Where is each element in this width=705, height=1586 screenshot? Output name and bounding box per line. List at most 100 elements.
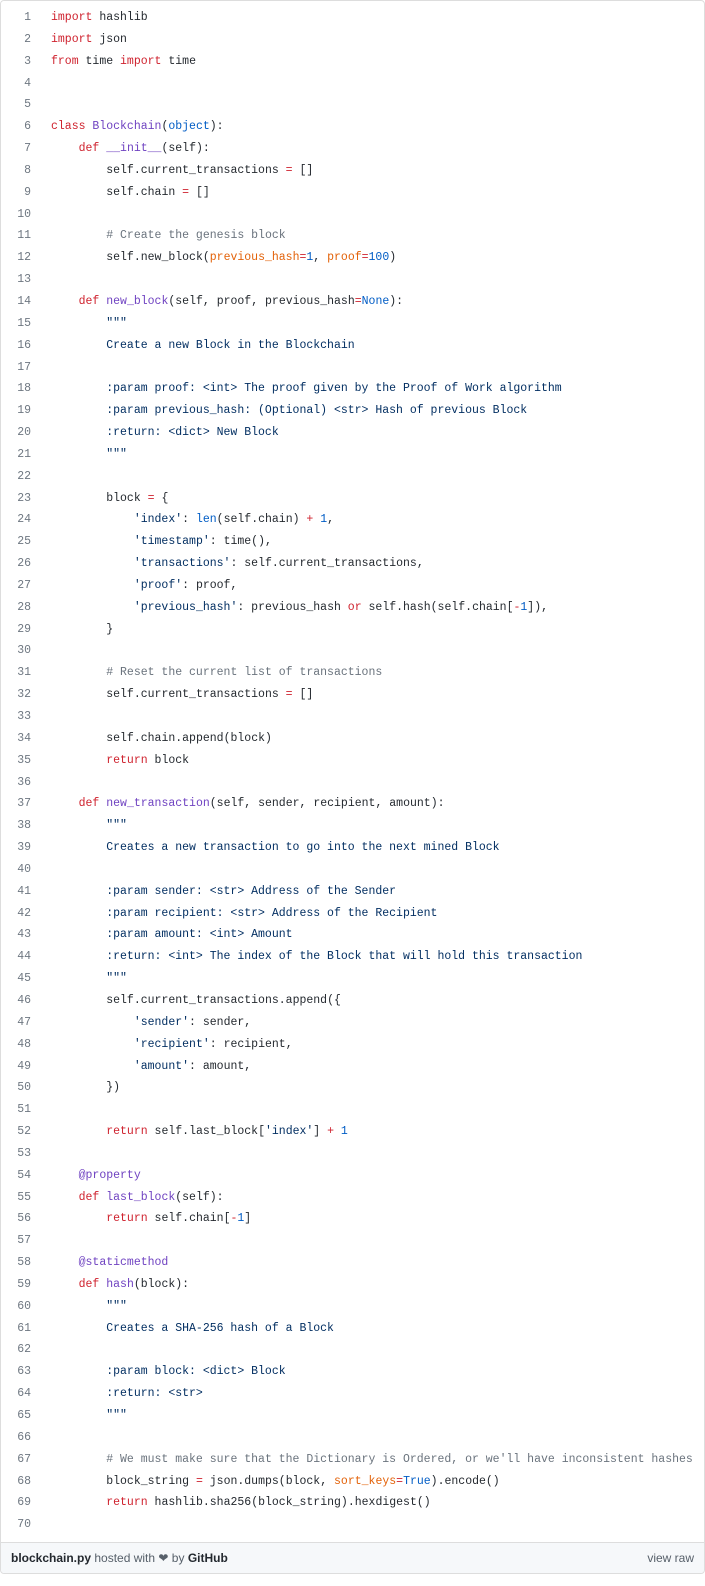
line-number[interactable]: 48 [1,1034,41,1056]
line-number[interactable]: 67 [1,1449,41,1471]
line-number[interactable]: 15 [1,313,41,335]
line-number[interactable]: 19 [1,400,41,422]
line-number[interactable]: 2 [1,29,41,51]
code-content[interactable]: def new_block(self, proof, previous_hash… [41,291,704,313]
code-content[interactable]: block_string = json.dumps(block, sort_ke… [41,1471,704,1493]
line-number[interactable]: 8 [1,160,41,182]
line-number[interactable]: 66 [1,1427,41,1449]
line-number[interactable]: 50 [1,1077,41,1099]
line-number[interactable]: 59 [1,1274,41,1296]
line-number[interactable]: 27 [1,575,41,597]
line-number[interactable]: 56 [1,1208,41,1230]
line-number[interactable]: 52 [1,1121,41,1143]
code-content[interactable]: self.current_transactions = [] [41,160,704,182]
code-content[interactable]: :param amount: <int> Amount [41,924,704,946]
line-number[interactable]: 22 [1,466,41,488]
code-content[interactable]: :param block: <dict> Block [41,1361,704,1383]
code-content[interactable] [41,357,704,379]
line-number[interactable]: 17 [1,357,41,379]
code-content[interactable]: from time import time [41,51,704,73]
code-content[interactable]: 'previous_hash': previous_hash or self.h… [41,597,704,619]
code-content[interactable]: class Blockchain(object): [41,116,704,138]
code-content[interactable]: def hash(block): [41,1274,704,1296]
line-number[interactable]: 42 [1,903,41,925]
line-number[interactable]: 4 [1,73,41,95]
code-content[interactable]: 'index': len(self.chain) + 1, [41,509,704,531]
line-number[interactable]: 49 [1,1056,41,1078]
code-content[interactable]: :param previous_hash: (Optional) <str> H… [41,400,704,422]
code-content[interactable] [41,1143,704,1165]
code-content[interactable]: :param sender: <str> Address of the Send… [41,881,704,903]
code-content[interactable]: @property [41,1165,704,1187]
code-content[interactable]: return block [41,750,704,772]
code-content[interactable] [41,772,704,794]
line-number[interactable]: 63 [1,1361,41,1383]
code-content[interactable]: self.chain.append(block) [41,728,704,750]
code-content[interactable]: """ [41,313,704,335]
line-number[interactable]: 64 [1,1383,41,1405]
line-number[interactable]: 33 [1,706,41,728]
line-number[interactable]: 26 [1,553,41,575]
line-number[interactable]: 6 [1,116,41,138]
code-content[interactable]: @staticmethod [41,1252,704,1274]
code-content[interactable]: Creates a SHA-256 hash of a Block [41,1318,704,1340]
line-number[interactable]: 34 [1,728,41,750]
code-content[interactable]: self.current_transactions = [] [41,684,704,706]
code-content[interactable] [41,466,704,488]
code-content[interactable] [41,1514,704,1542]
code-content[interactable]: import json [41,29,704,51]
github-link[interactable]: GitHub [188,1551,228,1565]
code-content[interactable]: :return: <int> The index of the Block th… [41,946,704,968]
code-content[interactable]: def new_transaction(self, sender, recipi… [41,793,704,815]
code-content[interactable]: """ [41,968,704,990]
line-number[interactable]: 35 [1,750,41,772]
line-number[interactable]: 54 [1,1165,41,1187]
line-number[interactable]: 57 [1,1230,41,1252]
line-number[interactable]: 20 [1,422,41,444]
code-content[interactable]: return self.chain[-1] [41,1208,704,1230]
code-content[interactable]: """ [41,815,704,837]
code-content[interactable]: """ [41,1405,704,1427]
line-number[interactable]: 46 [1,990,41,1012]
code-content[interactable]: 'timestamp': time(), [41,531,704,553]
line-number[interactable]: 14 [1,291,41,313]
line-number[interactable]: 61 [1,1318,41,1340]
line-number[interactable]: 11 [1,225,41,247]
code-content[interactable] [41,640,704,662]
line-number[interactable]: 24 [1,509,41,531]
code-content[interactable] [41,269,704,291]
code-content[interactable]: 'transactions': self.current_transaction… [41,553,704,575]
code-content[interactable]: # Create the genesis block [41,225,704,247]
code-content[interactable]: self.chain = [] [41,182,704,204]
line-number[interactable]: 18 [1,378,41,400]
line-number[interactable]: 45 [1,968,41,990]
line-number[interactable]: 38 [1,815,41,837]
line-number[interactable]: 5 [1,94,41,116]
code-content[interactable]: Create a new Block in the Blockchain [41,335,704,357]
line-number[interactable]: 10 [1,204,41,226]
line-number[interactable]: 69 [1,1492,41,1514]
line-number[interactable]: 62 [1,1339,41,1361]
line-number[interactable]: 21 [1,444,41,466]
code-content[interactable]: def __init__(self): [41,138,704,160]
line-number[interactable]: 28 [1,597,41,619]
line-number[interactable]: 41 [1,881,41,903]
code-content[interactable]: 'amount': amount, [41,1056,704,1078]
code-content[interactable]: import hashlib [41,1,704,29]
code-content[interactable]: """ [41,444,704,466]
line-number[interactable]: 51 [1,1099,41,1121]
line-number[interactable]: 31 [1,662,41,684]
code-content[interactable]: # We must make sure that the Dictionary … [41,1449,704,1471]
code-content[interactable]: 'proof': proof, [41,575,704,597]
line-number[interactable]: 23 [1,488,41,510]
line-number[interactable]: 40 [1,859,41,881]
line-number[interactable]: 1 [1,1,41,29]
code-content[interactable]: 'sender': sender, [41,1012,704,1034]
code-content[interactable] [41,204,704,226]
code-content[interactable]: Creates a new transaction to go into the… [41,837,704,859]
code-content[interactable] [41,1427,704,1449]
line-number[interactable]: 68 [1,1471,41,1493]
line-number[interactable]: 65 [1,1405,41,1427]
line-number[interactable]: 30 [1,640,41,662]
code-content[interactable] [41,1230,704,1252]
